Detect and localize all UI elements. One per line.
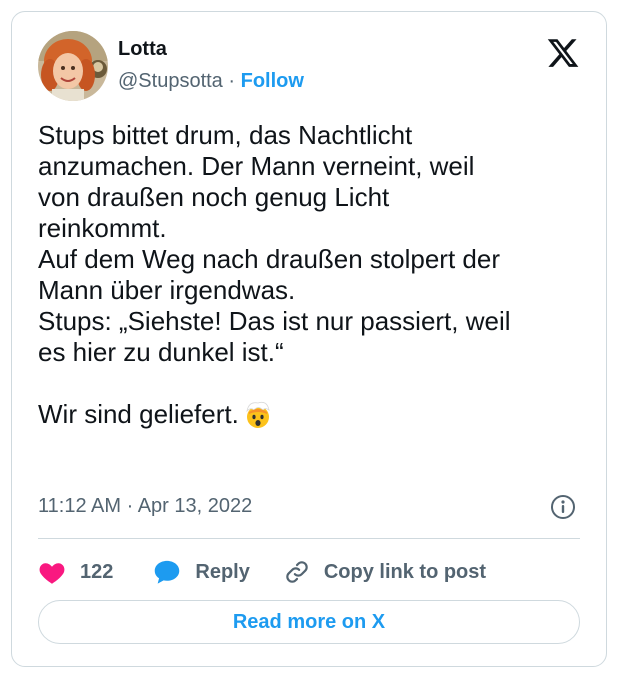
follow-button[interactable]: Follow: [241, 70, 304, 92]
tweet-actions: 122 Reply Copy link to post: [38, 552, 486, 592]
reply-bubble-icon: [155, 560, 180, 584]
exploding-head-emoji-icon: [243, 399, 273, 429]
copy-link-label: Copy link to post: [323, 560, 487, 583]
tweet-timestamp[interactable]: 11:12 AM · Apr 13, 2022: [38, 495, 252, 518]
read-more-label: Read more on X: [232, 610, 386, 633]
heart-icon: [39, 563, 65, 584]
author-handle[interactable]: @Stupsotta: [118, 70, 223, 92]
author-name[interactable]: Lotta: [118, 38, 167, 61]
copy-link-button[interactable]: Copy link to post: [284, 559, 486, 585]
avatar[interactable]: [38, 31, 108, 101]
author-handle-row: @Stupsotta · Follow: [118, 70, 304, 93]
separator-dot: ·: [228, 70, 236, 92]
x-logo-icon[interactable]: [546, 36, 580, 70]
like-button[interactable]: 122: [38, 559, 113, 585]
like-count: 122: [80, 560, 114, 583]
avatar-image: [38, 31, 108, 101]
link-icon: [286, 561, 308, 583]
read-more-button[interactable]: Read more on X: [38, 600, 580, 644]
divider: [38, 538, 580, 539]
reply-button[interactable]: Reply: [153, 559, 250, 585]
info-icon[interactable]: [550, 494, 576, 520]
tweet-body: Stups bittet drum, das Nachtlicht anzuma…: [38, 120, 511, 429]
reply-label: Reply: [195, 560, 250, 583]
tweet-text: Stups bittet drum, das Nachtlicht anzuma…: [38, 120, 588, 430]
tweet-card: Lotta @Stupsotta · Follow Stups bittet d…: [11, 11, 607, 667]
